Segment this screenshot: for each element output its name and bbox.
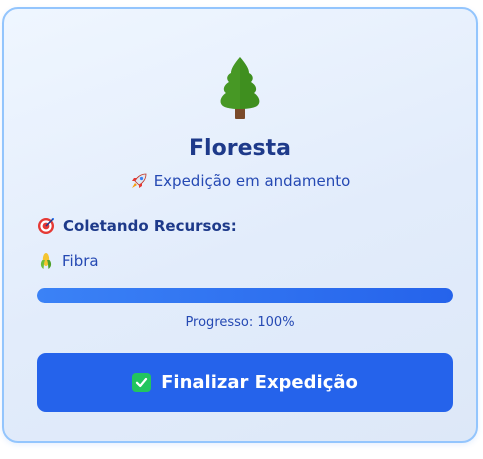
status-text: Expedição em andamento [153,172,351,190]
corn-icon [40,253,52,269]
rocket-icon [131,173,147,188]
tree-icon-wrap [4,55,476,121]
target-icon [38,217,55,234]
collecting-header: Coletando Recursos: [37,217,237,235]
progress-bar-fill [37,288,453,303]
resource-name: Fibra [62,252,99,270]
progress-bar [37,288,453,303]
expedition-status: Expedição em andamento [4,172,476,190]
collecting-label: Coletando Recursos: [63,217,237,235]
finish-expedition-button[interactable]: Finalizar Expedição [37,353,453,412]
finish-expedition-label: Finalizar Expedição [161,372,358,393]
evergreen-tree-icon [220,57,260,119]
progress-label: Progresso: 100% [185,315,295,330]
check-mark-icon [132,373,152,392]
resource-item: Fibra [39,252,99,270]
expedition-card: Floresta Expedição em andamento Coletand… [2,7,478,443]
location-title: Floresta [189,136,291,161]
